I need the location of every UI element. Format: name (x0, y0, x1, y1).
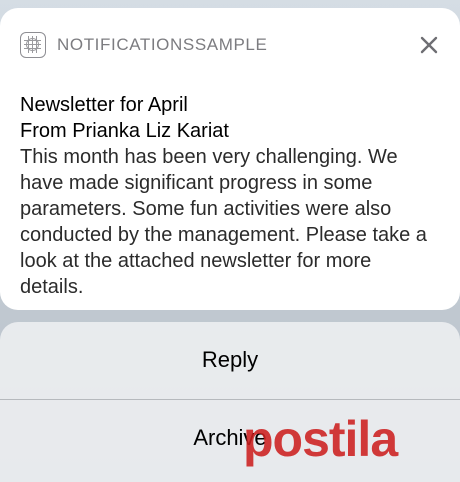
reply-button[interactable]: Reply (0, 322, 460, 398)
notification-card[interactable]: NOTIFICATIONSSAMPLE Newsletter for April… (0, 8, 460, 310)
notification-sender: From Prianka Liz Kariat (20, 120, 229, 142)
app-name: NOTIFICATIONSSAMPLE (57, 35, 268, 54)
notification-message: This month has been very challenging. We… (20, 146, 427, 298)
notification-title: Newsletter for April (20, 94, 188, 116)
app-grid-icon (20, 32, 46, 58)
svg-text:postila: postila (243, 411, 399, 467)
notification-header: NOTIFICATIONSSAMPLE (0, 8, 460, 76)
postila-watermark-logo: postila (243, 411, 400, 467)
notification-content: Newsletter for April From Prianka Liz Ka… (20, 92, 440, 300)
close-icon[interactable] (414, 30, 444, 60)
